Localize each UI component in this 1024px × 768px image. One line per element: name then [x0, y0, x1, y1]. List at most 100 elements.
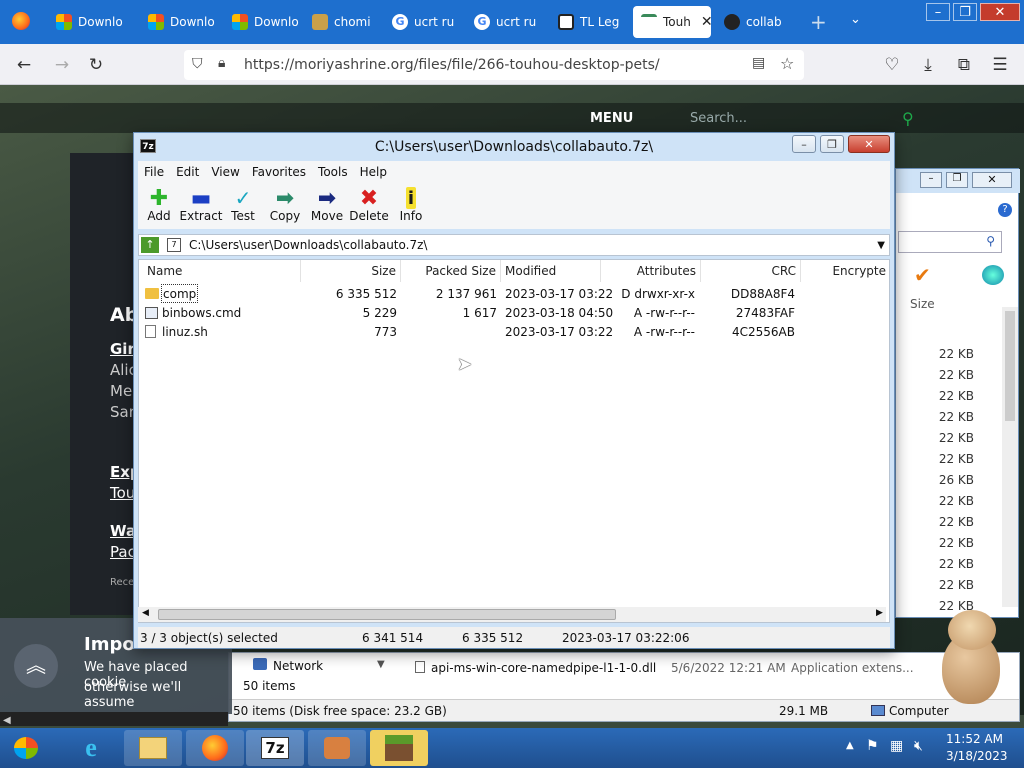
column-header-encrypted[interactable]: Encrypte: [801, 260, 889, 282]
firefox-icon[interactable]: [186, 730, 244, 766]
scroll-right-arrow-icon[interactable]: ▶: [876, 608, 883, 618]
tray-chevron-icon[interactable]: ▲: [846, 740, 854, 751]
file-modified: 2023-03-17 03:22: [505, 324, 614, 339]
tab-6[interactable]: TL Leg: [550, 6, 632, 38]
desktop-pet-hamster[interactable]: [930, 606, 1010, 706]
start-button[interactable]: [6, 732, 46, 764]
tab-5[interactable]: Gucrt ru: [466, 6, 550, 38]
dropdown-arrow-icon[interactable]: ▼: [377, 659, 385, 670]
forward-arrow-icon[interactable]: →: [50, 53, 74, 77]
tab-8[interactable]: collab: [716, 6, 804, 38]
tab-0[interactable]: Downlo: [48, 6, 140, 38]
url-bar[interactable]: ⛉ 🔒︎ https://moriyashrine.org/files/file…: [184, 50, 804, 80]
url-text[interactable]: https://moriyashrine.org/files/file/266-…: [244, 57, 660, 73]
tab-2[interactable]: Downlo: [224, 6, 304, 38]
column-header-attributes[interactable]: Attributes: [601, 260, 701, 282]
ie-icon[interactable]: e: [62, 730, 120, 766]
minimize-button[interactable]: –: [792, 135, 816, 153]
tab-4[interactable]: Gucrt ru: [384, 6, 466, 38]
tab-1[interactable]: Downlo: [140, 6, 224, 38]
close-window-icon[interactable]: ✕: [980, 3, 1020, 21]
size-column-header[interactable]: Size: [910, 297, 935, 311]
shield-icon[interactable]: ⛉: [192, 56, 203, 72]
globe-icon[interactable]: [982, 265, 1004, 285]
menu-view[interactable]: View: [205, 165, 245, 179]
help-icon[interactable]: ?: [998, 203, 1012, 217]
file-size: 22 KB: [938, 494, 974, 508]
clock-time[interactable]: 11:52 AM: [946, 732, 1003, 746]
explorer-scrollbar[interactable]: [1002, 307, 1018, 607]
minecraft-icon[interactable]: [370, 730, 428, 766]
column-header-crc[interactable]: CRC: [701, 260, 801, 282]
download-icon[interactable]: ⤓: [916, 53, 940, 77]
page-horizontal-scrollbar[interactable]: ◀: [0, 712, 228, 726]
tab-list-chevron-icon[interactable]: ⌄: [850, 12, 861, 27]
scroll-left-arrow-icon[interactable]: ◀: [0, 715, 11, 726]
file-name[interactable]: binbows.cmd: [162, 303, 241, 322]
7zip-titlebar[interactable]: 7z C:\Users\user\Downloads\collabauto.7z…: [134, 133, 894, 160]
7zip-file-list[interactable]: Name Size Packed Size Modified Attribute…: [138, 259, 890, 623]
scroll-left-arrow-icon[interactable]: ◀: [142, 608, 149, 618]
close-icon[interactable]: ✕: [972, 172, 1012, 188]
checkmark-icon[interactable]: ✔: [914, 263, 931, 287]
close-tab-icon[interactable]: ✕: [701, 14, 711, 30]
explorer-icon[interactable]: [124, 730, 182, 766]
volume-icon[interactable]: 🔇︎: [914, 738, 923, 754]
clock-date[interactable]: 3/18/2023: [946, 749, 1008, 763]
menu-help[interactable]: Help: [354, 165, 393, 179]
pocket-icon[interactable]: ♡: [880, 53, 904, 77]
tab-3[interactable]: chomi: [304, 6, 384, 38]
add-button[interactable]: ✚ Add: [138, 183, 180, 229]
site-menu-link[interactable]: MENU: [590, 111, 633, 126]
network-tray-icon[interactable]: ▦: [890, 738, 903, 754]
explorer-search-box[interactable]: ⚲: [898, 231, 1002, 253]
minimize-icon[interactable]: –: [920, 172, 942, 188]
address-dropdown-icon[interactable]: ▼: [877, 240, 885, 251]
column-header-packed-size[interactable]: Packed Size: [401, 260, 501, 282]
column-header-name[interactable]: Name: [143, 260, 301, 282]
up-folder-icon[interactable]: ↑: [141, 237, 159, 253]
close-button[interactable]: ✕: [848, 135, 890, 153]
7zip-address-bar[interactable]: ↑ 7 C:\Users\user\Downloads\collabauto.7…: [138, 234, 890, 256]
reader-view-icon[interactable]: ▤: [752, 55, 765, 71]
hamburger-menu-icon[interactable]: ☰: [988, 53, 1012, 77]
back-arrow-icon[interactable]: ←: [12, 53, 36, 77]
copy-button[interactable]: ➡ Copy: [264, 183, 306, 229]
file-name[interactable]: linuz.sh: [162, 322, 208, 341]
address-path[interactable]: C:\Users\user\Downloads\collabauto.7z\: [189, 238, 427, 252]
menu-edit[interactable]: Edit: [170, 165, 205, 179]
maximize-icon[interactable]: ❐: [946, 172, 968, 188]
flag-icon[interactable]: ⚑: [866, 738, 879, 754]
app-icon[interactable]: [308, 730, 366, 766]
scroll-thumb[interactable]: [158, 609, 616, 620]
minimize-window-icon[interactable]: –: [926, 3, 950, 21]
extensions-icon[interactable]: ⧉: [952, 53, 976, 77]
maximize-window-icon[interactable]: ❐: [953, 3, 977, 21]
move-button[interactable]: ➡ Move: [306, 183, 348, 229]
7zip-icon[interactable]: 7z: [246, 730, 304, 766]
info-button[interactable]: i Info: [390, 183, 432, 229]
tab-7-active[interactable]: Touh ✕: [633, 6, 711, 38]
site-search-input[interactable]: Search...: [690, 111, 747, 126]
file-name[interactable]: comp: [161, 284, 199, 303]
extract-button[interactable]: ▬ Extract: [180, 183, 223, 229]
scroll-top-button[interactable]: ︽: [14, 644, 58, 688]
menu-tools[interactable]: Tools: [312, 165, 354, 179]
menu-file[interactable]: File: [138, 165, 170, 179]
lock-icon[interactable]: 🔒︎: [218, 55, 225, 71]
bookmark-star-icon[interactable]: ☆: [780, 54, 794, 73]
maximize-button[interactable]: ❐: [820, 135, 844, 153]
file-icon: [145, 322, 156, 341]
delete-button[interactable]: ✖ Delete: [348, 183, 390, 229]
horizontal-scrollbar[interactable]: ◀ ▶: [138, 607, 886, 622]
new-tab-icon[interactable]: +: [810, 10, 827, 34]
site-search-icon[interactable]: ⚲: [902, 109, 914, 128]
firefox-icon[interactable]: [12, 12, 30, 30]
menu-favorites[interactable]: Favorites: [246, 165, 312, 179]
test-button[interactable]: ✓ Test: [222, 183, 264, 229]
nav-network[interactable]: Network: [273, 659, 323, 673]
column-header-modified[interactable]: Modified: [501, 260, 601, 282]
column-header-size[interactable]: Size: [301, 260, 401, 282]
reload-icon[interactable]: ↻: [84, 53, 108, 77]
file-name[interactable]: api-ms-win-core-namedpipe-l1-1-0.dll: [431, 661, 656, 675]
